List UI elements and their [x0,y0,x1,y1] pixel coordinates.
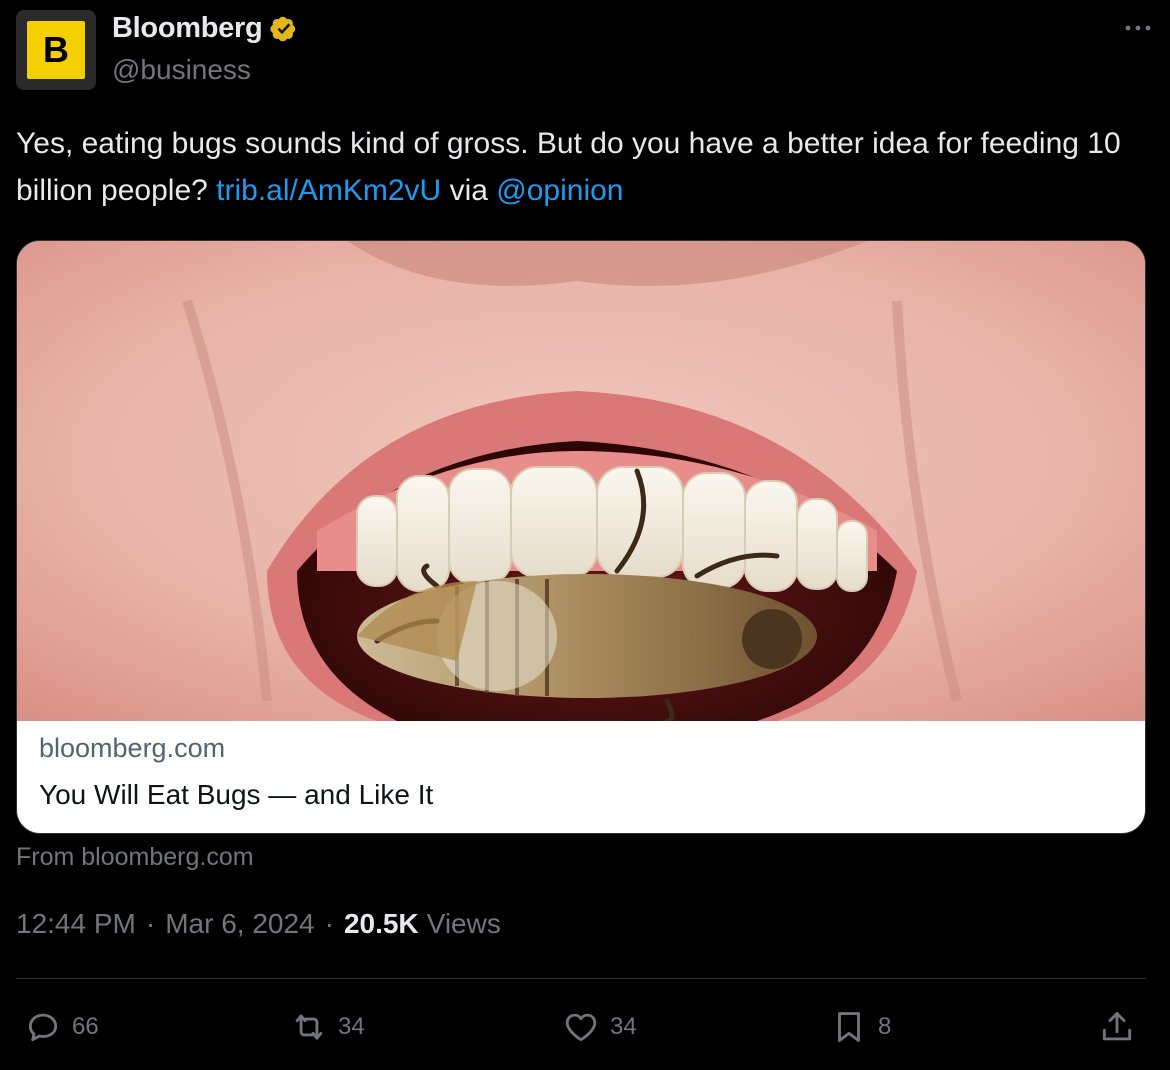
tweet-time[interactable]: 12:44 PM [16,908,136,940]
verified-badge-icon[interactable] [268,13,300,45]
repost-count: 34 [338,1013,365,1040]
like-button[interactable]: 34 [562,1002,637,1052]
tweet-date[interactable]: Mar 6, 2024 [165,908,314,940]
author-avatar[interactable]: B [16,10,96,90]
link-preview-card[interactable]: bloomberg.com You Will Eat Bugs — and Li… [16,240,1146,834]
tweet-meta: 12:44 PM · Mar 6, 2024 · 20.5K Views [16,908,501,940]
author-name-row: Bloomberg [112,12,300,45]
card-image[interactable] [17,241,1145,721]
card-title[interactable]: You Will Eat Bugs — and Like It [39,779,433,811]
author-handle[interactable]: @business [112,54,251,86]
opinion-mention[interactable]: @opinion [496,174,623,207]
reply-count: 66 [72,1013,99,1040]
tweet-text: Yes, eating bugs sounds kind of gross. B… [16,120,1146,214]
more-options-icon[interactable] [1122,16,1154,40]
from-source-label[interactable]: From bloomberg.com [16,843,254,872]
author-display-name[interactable]: Bloomberg [112,12,263,45]
like-count: 34 [610,1013,637,1040]
reply-button[interactable]: 66 [24,1002,99,1052]
share-button[interactable] [1098,1002,1136,1052]
repost-icon [295,1014,323,1040]
repost-button[interactable]: 34 [290,1002,365,1052]
bookmark-icon [838,1012,860,1042]
meta-separator: · [324,908,334,939]
bloomberg-logo: B [27,21,85,79]
views-label: Views [426,908,501,939]
heart-icon [565,1013,597,1042]
action-bar: 66 34 34 8 [0,1002,1170,1052]
views-count: 20.5K [343,908,419,939]
bookmark-count: 8 [878,1013,892,1040]
tweet-via: via [449,174,488,207]
bookmark-button[interactable]: 8 [830,1002,891,1052]
card-domain: bloomberg.com [39,733,226,763]
reply-icon [28,1013,58,1042]
share-icon [1102,1012,1132,1041]
divider [16,978,1146,979]
meta-separator: · [145,908,156,939]
tweet-link[interactable]: trib.al/AmKm2vU [216,174,441,207]
